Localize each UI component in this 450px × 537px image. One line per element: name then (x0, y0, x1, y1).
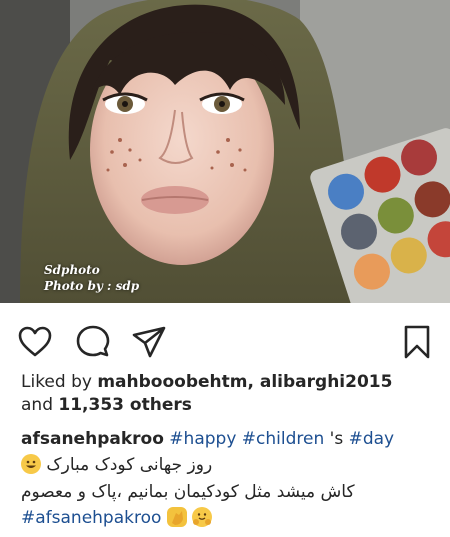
grinning-face-emoji-icon (21, 454, 41, 474)
caption-line-4: #afsanehpakroo (21, 506, 441, 531)
likes-summary: Liked by mahbooobehtm, alibarghi2015 and… (21, 371, 441, 417)
save-button[interactable] (399, 324, 435, 360)
comment-icon (76, 325, 110, 357)
caption-middle-text: 's (324, 429, 349, 449)
caption-username[interactable]: afsanehpakroo (21, 429, 164, 449)
post-photo[interactable]: Sdphoto Photo by : sdp (0, 0, 450, 303)
liked-by-user-2[interactable]: alibarghi2015 (260, 372, 393, 392)
watermark-line-1: Sdphoto (44, 263, 100, 277)
like-button[interactable] (17, 324, 53, 360)
send-icon (132, 326, 166, 358)
likes-count-link[interactable]: 11,353 others (58, 395, 191, 415)
comment-button[interactable] (75, 324, 111, 360)
clapping-hands-emoji-icon (166, 507, 187, 527)
hashtag-day[interactable]: #day (349, 429, 395, 449)
hashtag-afsanehpakroo[interactable]: #afsanehpakroo (21, 508, 161, 528)
post-action-bar (0, 303, 450, 373)
likes-prefix: Liked by (21, 372, 98, 392)
watermark-line-2: Photo by : sdp (44, 279, 140, 293)
hugging-face-emoji-icon (192, 507, 213, 527)
liked-by-user-1[interactable]: mahbooobehtm (97, 372, 247, 392)
heart-icon (18, 326, 52, 357)
caption-line-3: کاش میشد مثل کودکیمان بمانیم ،پاک و معصو… (21, 482, 355, 502)
likes-middle: and (21, 395, 59, 415)
caption-line-2: روز جهانی کودک مبارک (21, 452, 441, 479)
caption-persian-greeting: روز جهانی کودک مبارک (46, 455, 213, 475)
hashtag-happy[interactable]: #happy (169, 429, 236, 449)
likes-separator: , (247, 372, 260, 392)
portrait-illustration (0, 0, 450, 303)
caption-line-1: afsanehpakroo #happy #children 's #day (21, 427, 441, 452)
photo-watermark: Sdphoto Photo by : sdp (44, 262, 139, 294)
share-button[interactable] (131, 324, 167, 360)
bookmark-icon (404, 325, 430, 359)
hashtag-children[interactable]: #children (242, 429, 324, 449)
post-caption: afsanehpakroo #happy #children 's #day ر… (21, 427, 441, 531)
